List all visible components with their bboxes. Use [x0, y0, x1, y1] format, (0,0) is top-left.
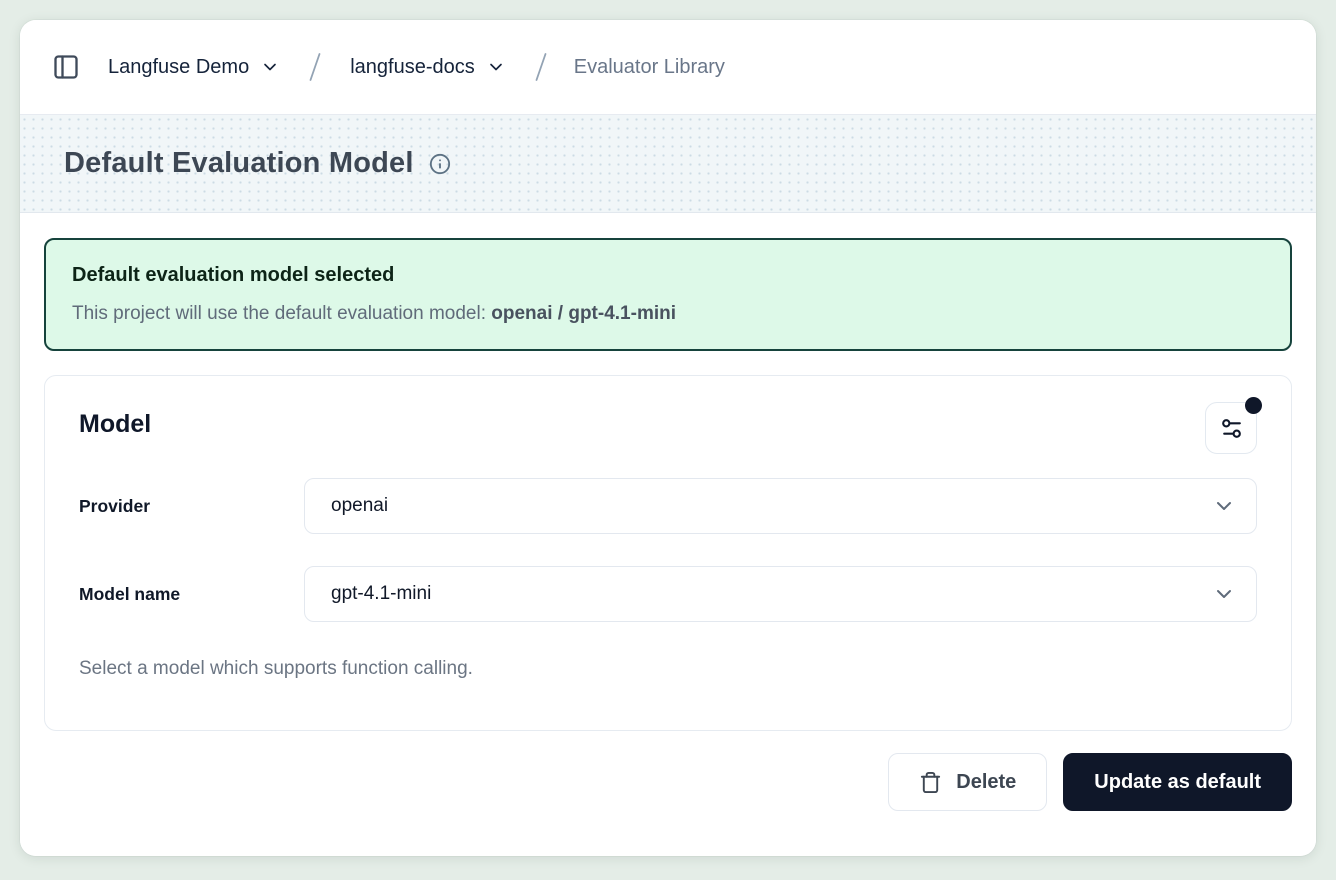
- chevron-down-icon: [1212, 494, 1236, 518]
- provider-label: Provider: [79, 496, 304, 517]
- model-card-header: Model: [79, 402, 1257, 454]
- org-switcher[interactable]: Langfuse Demo: [106, 52, 282, 83]
- page-title: Default Evaluation Model: [64, 147, 414, 180]
- update-as-default-button[interactable]: Update as default: [1063, 753, 1292, 811]
- project-name: langfuse-docs: [350, 56, 475, 79]
- default-model-banner: Default evaluation model selected This p…: [44, 238, 1292, 351]
- info-icon: [429, 153, 451, 175]
- chevron-down-icon: [1212, 582, 1236, 606]
- banner-model-value: openai / gpt-4.1-mini: [491, 303, 676, 324]
- delete-button-label: Delete: [956, 771, 1016, 794]
- delete-button[interactable]: Delete: [888, 753, 1047, 811]
- provider-select[interactable]: openai: [304, 478, 1257, 534]
- provider-select-value: openai: [331, 495, 388, 517]
- org-name: Langfuse Demo: [108, 56, 249, 79]
- model-advanced-settings-button[interactable]: [1205, 402, 1257, 454]
- trash-icon: [919, 771, 942, 794]
- banner-message: This project will use the default evalua…: [72, 303, 1264, 325]
- model-name-field-row: Model name gpt-4.1-mini: [79, 566, 1257, 622]
- chevron-down-icon: [486, 57, 506, 77]
- action-buttons: Delete Update as default: [44, 753, 1292, 811]
- project-switcher[interactable]: langfuse-docs: [348, 52, 508, 83]
- update-button-label: Update as default: [1094, 771, 1261, 794]
- model-name-label: Model name: [79, 584, 304, 605]
- sidebar-toggle-button[interactable]: [44, 45, 88, 89]
- breadcrumb-separator: [530, 51, 552, 83]
- breadcrumb-page-evaluator-library[interactable]: Evaluator Library: [574, 56, 725, 79]
- model-card-title: Model: [79, 402, 151, 439]
- banner-message-text: This project will use the default evalua…: [72, 303, 491, 324]
- panel-left-icon: [52, 53, 80, 81]
- breadcrumb: Langfuse Demo langfuse-docs Evaluator Li…: [106, 51, 725, 83]
- breadcrumb-bar: Langfuse Demo langfuse-docs Evaluator Li…: [20, 20, 1316, 115]
- chevron-down-icon: [260, 57, 280, 77]
- page-content: Default evaluation model selected This p…: [20, 213, 1316, 856]
- model-card: Model Provider openai Model: [44, 375, 1292, 731]
- breadcrumb-separator: [304, 51, 326, 83]
- info-tooltip-button[interactable]: [429, 153, 451, 175]
- page-header: Default Evaluation Model: [20, 115, 1316, 213]
- model-name-select[interactable]: gpt-4.1-mini: [304, 566, 1257, 622]
- model-name-select-value: gpt-4.1-mini: [331, 583, 431, 605]
- model-helper-text: Select a model which supports function c…: [79, 658, 1257, 680]
- sliders-icon: [1219, 416, 1244, 441]
- main-panel: Langfuse Demo langfuse-docs Evaluator Li…: [20, 20, 1316, 856]
- provider-field-row: Provider openai: [79, 478, 1257, 534]
- banner-title: Default evaluation model selected: [72, 264, 1264, 287]
- settings-notification-dot: [1245, 397, 1262, 414]
